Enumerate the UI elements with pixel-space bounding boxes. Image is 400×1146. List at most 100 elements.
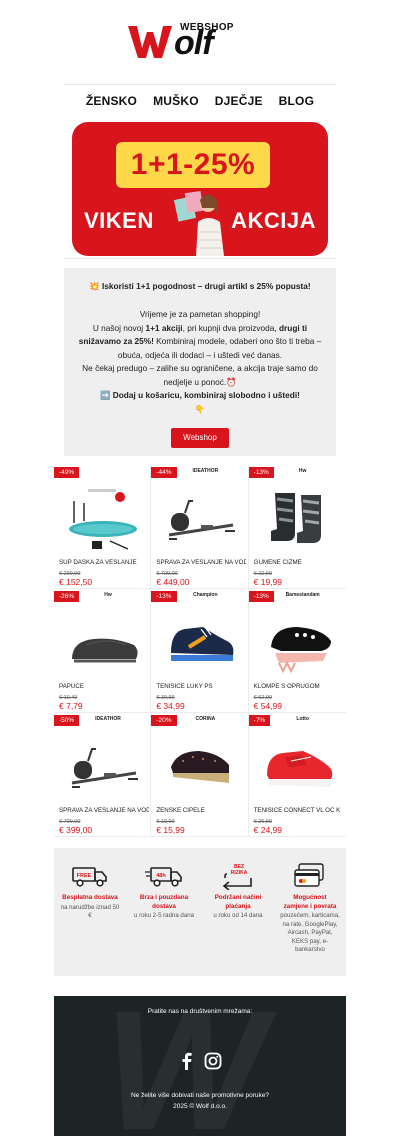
product-grid: -49% SUP DASKA ZA VESLANJE € 299,99 € 152,5… [54,465,346,837]
product-card[interactable]: -49% SUP DASKA ZA VESLANJE € 299,99 € 152,5… [54,465,152,589]
product-price: € 449,00 [156,577,190,587]
feature-subtitle: u roku 2-5 radna dana [134,912,194,919]
discount-badge: -26% [54,591,80,602]
wolf-logo[interactable]: WEBSHOP olf [128,18,272,66]
product-card[interactable]: -13% Champion TENISICE LUKY PS € 39,99 € 34,… [151,589,249,713]
logo-wordmark: olf [174,24,214,62]
promo-lead: 💥 Iskoristi 1+1 pogodnost – drugi artikl… [89,281,311,291]
copyright-text: 2025 © Wolf d.o.o. [173,1103,227,1110]
nav-item-djecje[interactable]: DJEČJE [215,94,263,114]
promo-line-2a: U našoj novoj [92,322,146,333]
promo-offer-box: 1+1-25% [116,142,270,188]
header-divider [64,84,336,85]
promo-line-2b: 1+1 akciji [145,322,183,333]
brand-logo: Bamestandam [285,592,320,598]
feature-title: Podržani načini plaćanja [214,894,262,910]
payment-cards-icon [294,863,324,887]
rowing-machine-icon[interactable] [66,731,140,801]
product-name[interactable]: TENISICE CONNECT VL OC K [254,807,344,814]
product-price: € 399,00 [59,825,93,835]
promo-line-4: ➡️ Dodaj u košaricu, kombiniraj slobodno… [100,390,300,400]
brand-logo: Hw [104,592,112,598]
instagram-icon[interactable] [204,1052,222,1070]
point-down-icon: 👇 [194,403,206,414]
product-name[interactable]: PAPUČE [59,683,149,690]
main-nav: ŽENSKO MUŠKO DJEČJE BLOG [0,94,400,114]
wedge-shoe-icon[interactable] [163,731,237,801]
product-name[interactable]: SPRAVA ZA VESLANJE NA VODU [156,559,246,566]
product-name[interactable]: KLOMPE S OPRUGOM [254,683,344,690]
feature-returns: Mogućnost zamjene i povrata pouzećem, ka… [280,862,340,955]
product-price: € 24,99 [253,825,283,835]
product-name[interactable]: ŽENSKE CIPELE [156,807,246,814]
product-name[interactable]: TENISICE LUKY PS [156,683,246,690]
promo-body: Vrijeme je za pametan shopping! U našoj … [72,308,328,416]
facebook-icon[interactable] [178,1052,196,1070]
return-arrow-icon: BEZ RIZIKA [222,864,252,890]
nav-item-zensko[interactable]: ŽENSKO [86,94,137,114]
free-delivery-truck-icon: FREE [72,867,107,887]
webshop-button[interactable]: Webshop [171,428,229,448]
product-name[interactable]: GUMENE ČIZME [254,559,344,566]
nav-item-musko[interactable]: MUŠKO [153,94,199,114]
brand-logo: Champion [193,592,218,598]
feature-free-delivery: FREE Besplatna dostava na narudžbe iznad… [60,862,120,921]
product-card[interactable]: -44% IDEATHOR SPRAVA ZA VESLANJE NA VODU € … [151,465,249,589]
rain-boots-icon[interactable] [261,483,335,553]
clog-icon[interactable] [261,607,335,677]
footer-follow-text: Pratite nas na društvenim mrežama: [147,1008,253,1015]
feature-title: Brza i pouzdana dostava [139,894,189,910]
product-name[interactable]: SPRAVA ZA VESLANJE NA VODU [59,807,149,814]
product-price: € 152,50 [59,577,93,587]
banner-title-right: AKCIJA [231,208,316,233]
promo-banner[interactable]: 1+1-25% VIKEN AKCIJA [72,122,328,256]
product-card[interactable]: -13% Hw GUMENE ČIZME € 22,99 € 19,99 [248,465,346,589]
svg-text:FREE: FREE [77,873,92,879]
feature-payment: BEZ RIZIKA Podržani načini plaćanja u ro… [208,862,268,921]
discount-badge: -13% [248,591,274,602]
nav-item-blog[interactable]: BLOG [279,94,314,114]
banner-title-left: VIKEN [84,208,154,233]
banner-divider [64,258,336,259]
product-card[interactable]: -26% Hw PAPUČE € 10,49 € 7,79 [54,589,152,713]
product-price: € 54,99 [253,701,283,711]
red-sneaker-icon[interactable] [261,731,335,801]
footer: W Pratite nas na društvenim mrežama: Ne … [54,996,346,1136]
product-name[interactable]: SUP DASKA ZA VESLANJE [59,559,149,566]
discount-badge: -13% [248,467,274,478]
discount-badge: -20% [151,715,177,726]
feature-subtitle: pouzećem, karticama, na rate, GooglePlay… [280,912,340,953]
feature-fast-delivery: 48h Brza i pouzdana dostava u roku 2-5 r… [134,862,194,921]
header: WEBSHOP olf [0,0,400,84]
promo-line-3: Ne čekaj predugo – zalihe su ograničene,… [82,363,318,387]
svg-text:48h: 48h [156,873,166,879]
brand-logo: Lotto [296,716,309,722]
feature-title: Mogućnost zamjene i povrata [283,894,337,910]
promo-text-block: 💥 Iskoristi 1+1 pogodnost – drugi artikl… [64,268,336,456]
product-card[interactable]: -50% IDEATHOR SPRAVA ZA VESLANJE NA VODU € … [54,713,152,837]
product-card[interactable]: -13% Bamestandam KLOMPE S OPRUGOM € 62,99 € … [248,589,346,713]
discount-badge: -49% [54,467,80,478]
wolf-w-logo-icon [128,26,172,58]
product-card[interactable]: -7% Lotto TENISICE CONNECT VL OC K € 26,99 €… [248,713,346,837]
feature-subtitle: u roku od 14 dana [213,912,263,919]
discount-badge: -13% [151,591,177,602]
feature-title: Besplatna dostava [62,894,118,901]
product-price: € 7,79 [59,701,83,711]
promo-line-2c: , pri kupnji dva proizvoda, [182,322,279,333]
sneaker-icon[interactable] [163,607,237,677]
discount-badge: -7% [248,715,271,726]
fast-delivery-truck-icon: 48h [145,867,182,887]
paddle-board-icon[interactable] [66,483,140,553]
brand-logo: IDEATHOR [95,716,121,722]
discount-badge: -50% [54,715,80,726]
slipper-icon[interactable] [66,607,140,677]
promo-line-1: Vrijeme je za pametan shopping! [139,309,261,319]
product-card[interactable]: -20% CORINA ŽENSKE CIPELE € 19,99 € 15,99 [151,713,249,837]
unsubscribe-link[interactable]: Ne želite više dobivati naše promotivne … [54,1092,346,1099]
brand-logo: IDEATHOR [192,468,219,474]
product-price: € 15,99 [156,825,185,835]
feature-subtitle: na narudžbe iznad 50 € [60,903,120,920]
product-price: € 34,99 [156,701,185,711]
rowing-machine-icon[interactable] [163,483,237,553]
